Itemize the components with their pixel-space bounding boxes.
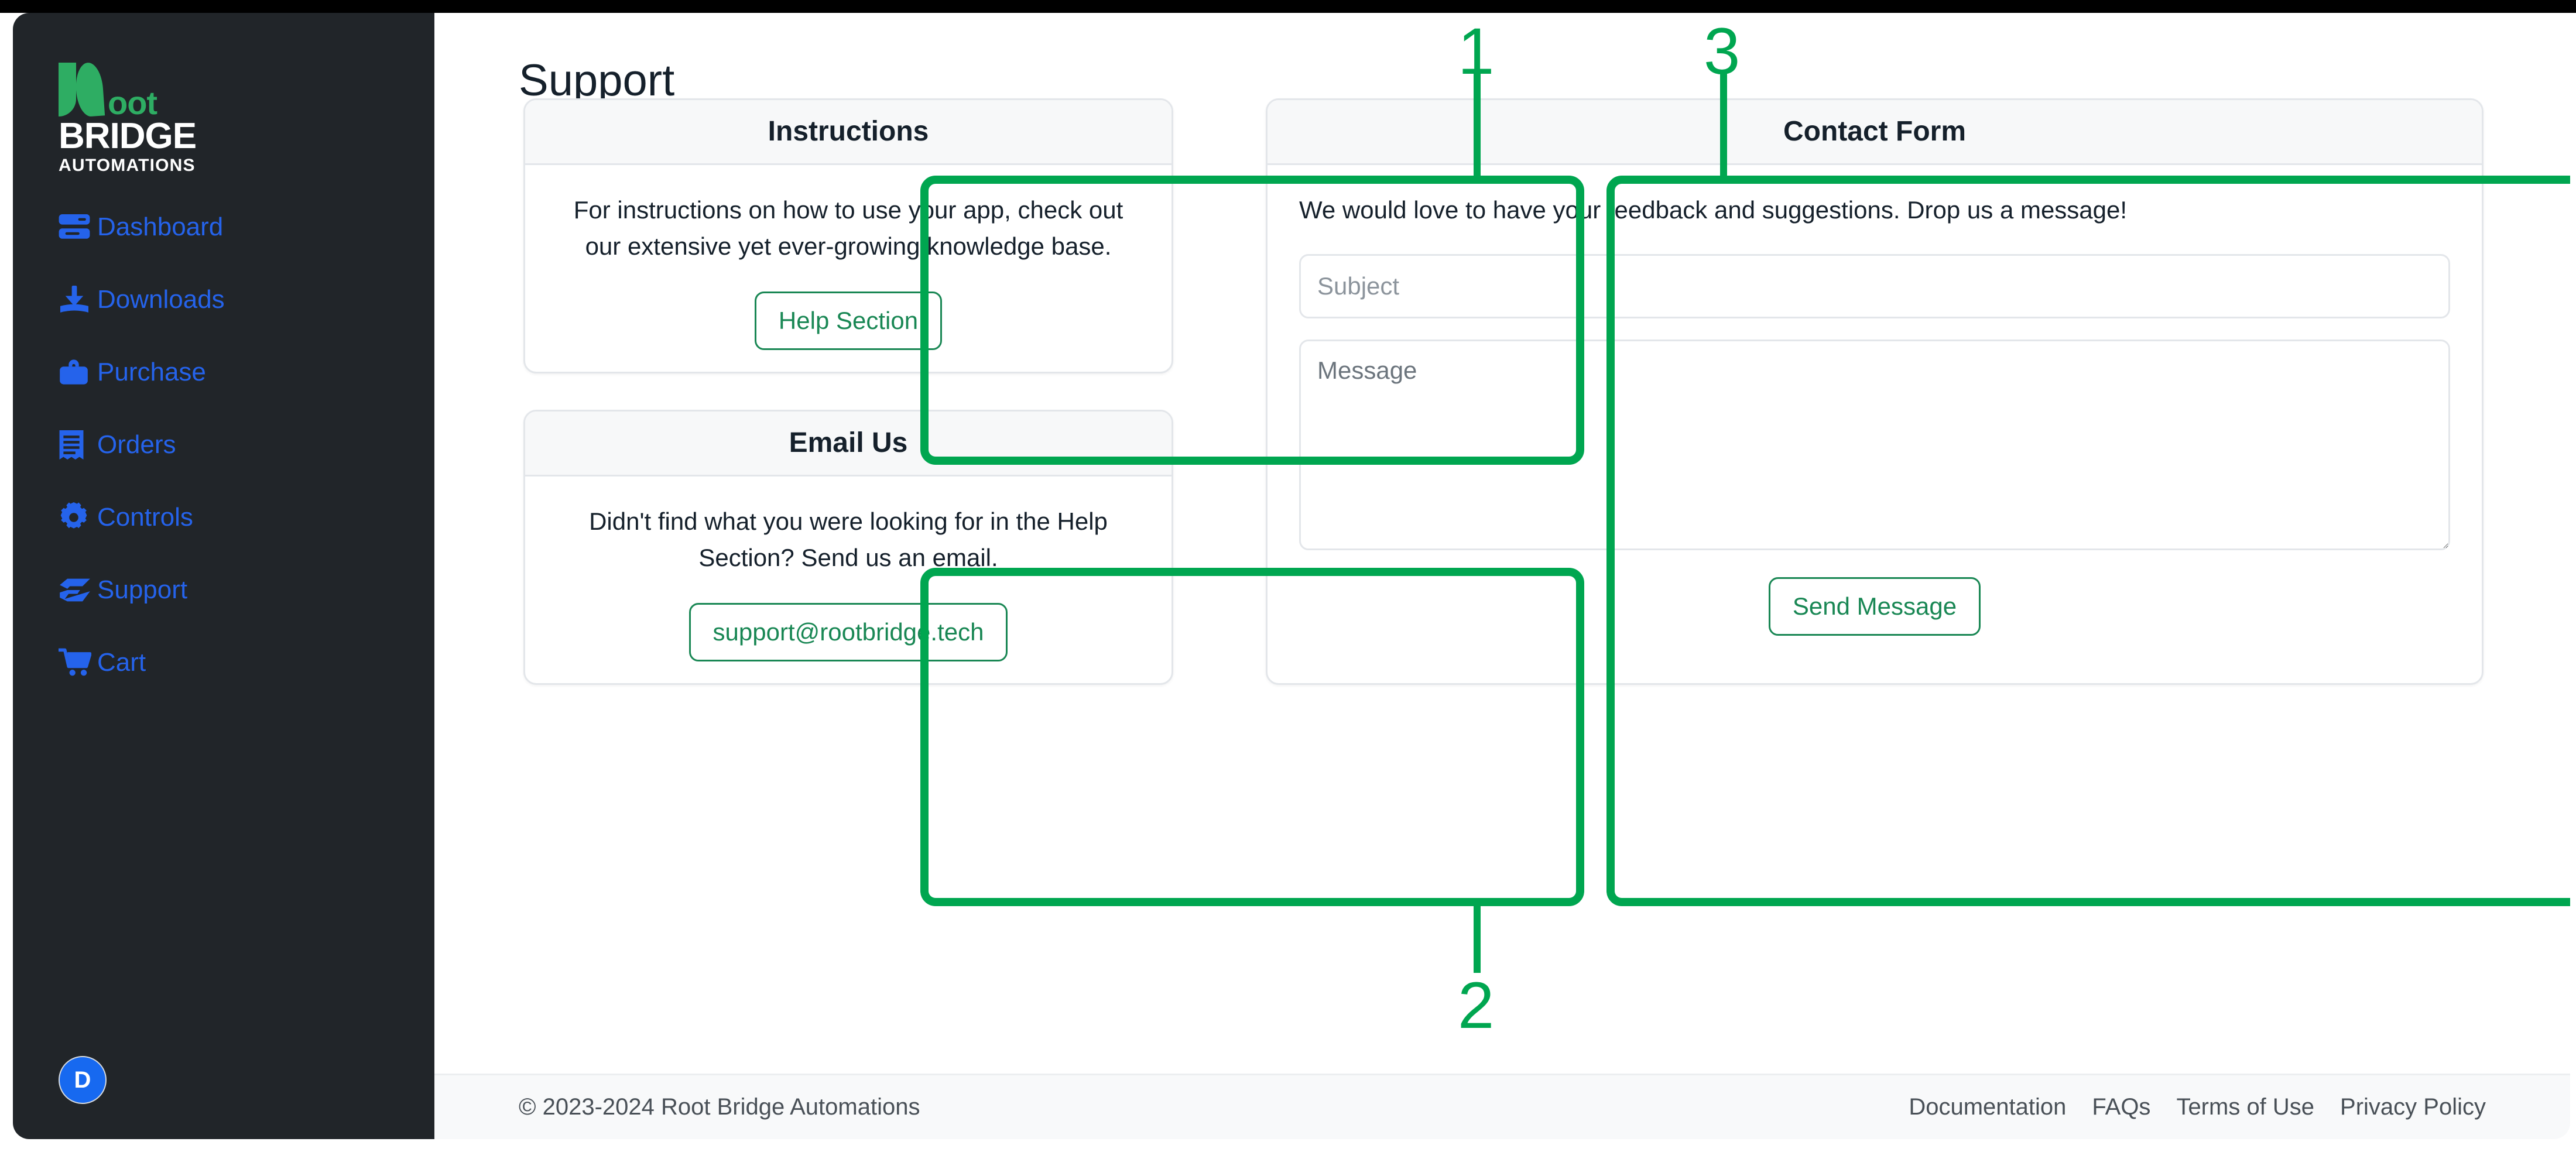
send-message-button[interactable]: Send Message [1768,577,1981,636]
contact-form-card-title: Contact Form [1268,100,2482,165]
sidebar-item-downloads[interactable]: Downloads [59,279,410,321]
brand-word-bridge: BRIDGE [59,116,197,156]
instructions-card: Instructions For instructions on how to … [523,98,1173,373]
sidebar-item-controls[interactable]: Controls [59,496,410,539]
sidebar-item-label: Controls [97,503,193,532]
contact-form-actions: Send Message [1299,577,2450,636]
brand-word-oot: oot [108,84,157,122]
message-textarea[interactable] [1299,340,2450,551]
brand-logo[interactable]: oot BRIDGE AUTOMATIONS [59,61,234,176]
sidebar-item-dashboard[interactable]: Dashboard [59,206,410,248]
brand-logo-top-row: oot [59,61,234,122]
sidebar-item-label: Cart [97,648,146,677]
page-title: Support [519,56,675,105]
email-us-card-actions: support@rootbridge.tech [557,603,1140,662]
sidebar-item-orders[interactable]: Orders [59,424,410,466]
footer-links: Documentation FAQs Terms of Use Privacy … [1909,1094,2486,1120]
content-panel: Support Instructions For instructions on… [434,13,2570,1139]
instructions-card-body: For instructions on how to use your app,… [525,165,1171,372]
hands-helping-icon [59,575,97,605]
shopping-cart-icon [59,647,97,678]
sidebar-item-label: Support [97,575,188,604]
gear-icon [59,502,97,533]
app-root: oot BRIDGE AUTOMATIONS Dashboard Downloa… [0,0,2576,1152]
contact-form-card-body: We would love to have your feedback and … [1268,165,2482,665]
footer-link-faqs[interactable]: FAQs [2092,1094,2150,1120]
avatar[interactable]: D [59,1056,107,1104]
instructions-card-title: Instructions [525,100,1171,165]
server-stack-icon [59,212,97,242]
email-us-card-title: Email Us [525,412,1171,476]
footer: © 2023-2024 Root Bridge Automations Docu… [434,1074,2570,1139]
receipt-icon [59,430,97,460]
brand-word-automations: AUTOMATIONS [59,156,196,176]
footer-link-terms-of-use[interactable]: Terms of Use [2176,1094,2314,1120]
email-us-card: Email Us Didn't find what you were looki… [523,410,1173,685]
contact-form-intro-text: We would love to have your feedback and … [1299,196,2128,224]
footer-link-privacy-policy[interactable]: Privacy Policy [2340,1094,2486,1120]
support-email-button[interactable]: support@rootbridge.tech [688,603,1008,662]
sidebar: oot BRIDGE AUTOMATIONS Dashboard Downloa… [13,13,434,1139]
annotation-leader-line-2 [1474,903,1481,973]
annotation-number-3: 3 [1704,15,1741,88]
email-us-card-text: Didn't find what you were looking for in… [589,508,1108,572]
contact-form-card: Contact Form We would love to have your … [1266,98,2483,685]
sidebar-item-label: Downloads [97,285,225,314]
footer-link-documentation[interactable]: Documentation [1909,1094,2066,1120]
footer-copyright: © 2023-2024 Root Bridge Automations [519,1094,920,1120]
rootbridge-logo-icon [59,61,105,118]
sidebar-item-cart[interactable]: Cart [59,642,410,684]
subject-input[interactable] [1299,254,2450,319]
help-section-button[interactable]: Help Section [754,292,943,351]
sidebar-item-label: Orders [97,430,176,459]
sidebar-item-purchase[interactable]: Purchase [59,351,410,393]
instructions-card-actions: Help Section [557,292,1140,351]
annotation-number-2: 2 [1458,969,1495,1042]
sidebar-item-label: Purchase [97,358,206,386]
annotation-number-1: 1 [1458,15,1495,88]
sidebar-item-support[interactable]: Support [59,569,410,611]
sidebar-item-label: Dashboard [97,212,224,241]
instructions-card-text: For instructions on how to use your app,… [573,196,1123,260]
email-us-card-body: Didn't find what you were looking for in… [525,476,1171,683]
top-black-strip [0,0,2576,13]
sidebar-nav: Dashboard Downloads Purchase Orders Cont… [59,206,410,714]
briefcase-icon [59,357,97,388]
download-icon [59,284,97,315]
